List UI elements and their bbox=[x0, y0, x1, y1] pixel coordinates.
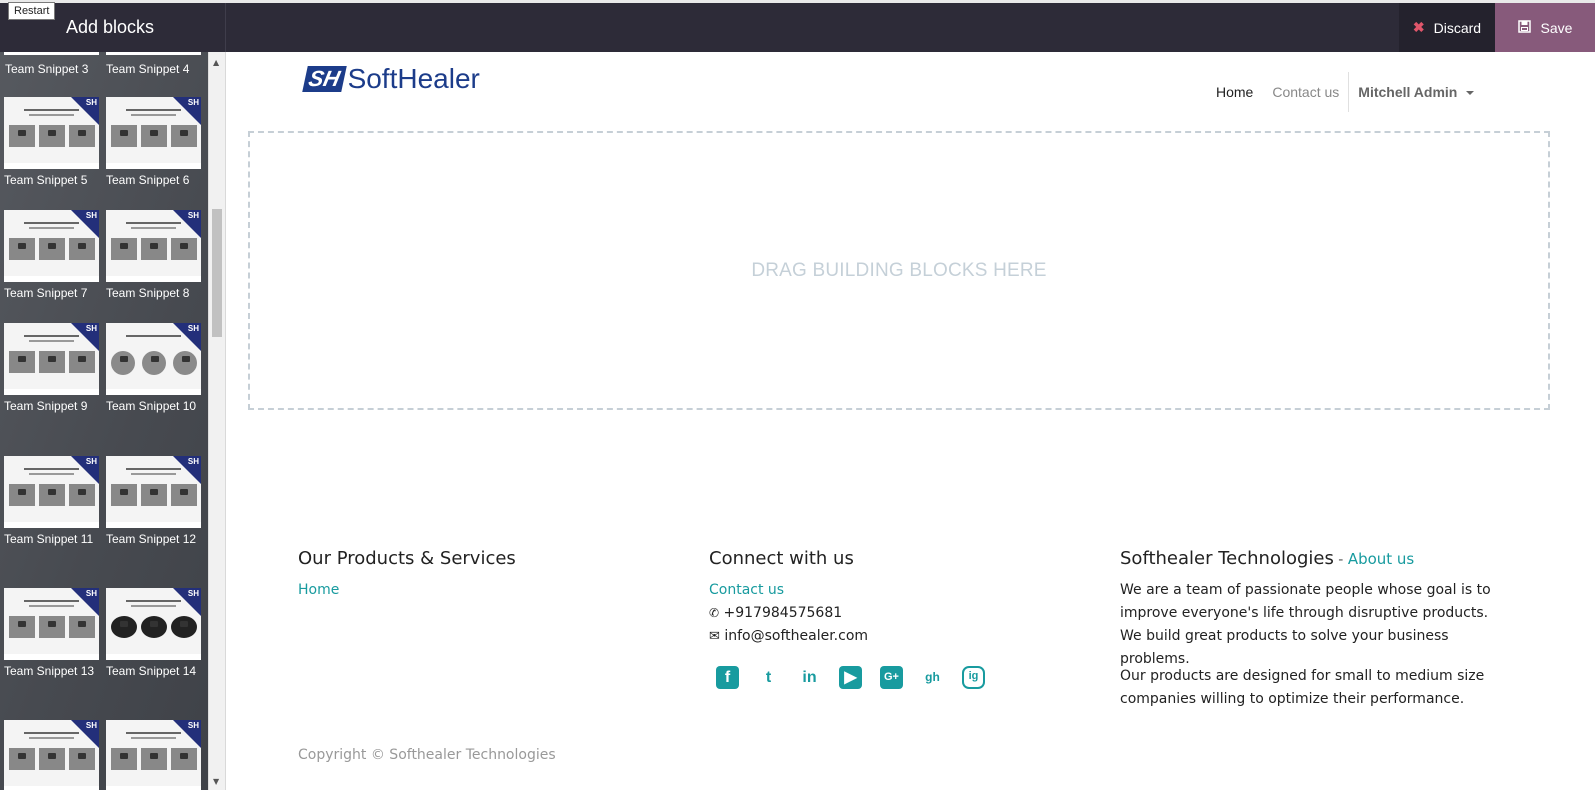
snippet-label: Team Snippet 12 bbox=[106, 532, 197, 546]
save-label: Save bbox=[1540, 19, 1573, 36]
snippet-thumbnail: SH bbox=[106, 210, 201, 282]
twitter-icon[interactable]: t bbox=[757, 666, 780, 689]
snippet-thumbnail: SH bbox=[4, 588, 99, 660]
restart-button[interactable]: Restart bbox=[8, 2, 56, 20]
sidebar-scrollbar[interactable]: ▲ ▼ bbox=[208, 52, 225, 790]
close-icon: ✖ bbox=[1412, 19, 1425, 35]
snippet-item[interactable]: SH Team Snippet 8 bbox=[106, 210, 201, 302]
company-description-2: Our products are designed for small to m… bbox=[1120, 668, 1485, 707]
snippet-label: Team Snippet 8 bbox=[106, 286, 190, 300]
company-name: Softhealer Technologies bbox=[1120, 548, 1334, 569]
snippet-item[interactable]: SH Team Snippet 14 bbox=[106, 588, 201, 680]
drop-zone-text: DRAG BUILDING BLOCKS HERE bbox=[751, 259, 1047, 281]
snippet-thumbnail: SH bbox=[4, 720, 99, 792]
snippet-label: Team Snippet 14 bbox=[106, 664, 197, 678]
email-address: info@softhealer.com bbox=[724, 628, 869, 644]
snippet-thumbnail: SH bbox=[106, 720, 201, 792]
snippet-thumbnail: SH bbox=[106, 323, 201, 395]
snippet-item[interactable]: SH Team Snippet 12 bbox=[106, 456, 201, 548]
snippet-label: Team Snippet 11 bbox=[4, 532, 94, 546]
snippet-thumbnail: SH bbox=[106, 456, 201, 528]
snippet-item[interactable]: SH Team Snippet 10 bbox=[106, 323, 201, 415]
discard-button[interactable]: ✖ Discard bbox=[1399, 3, 1495, 52]
github-icon[interactable]: gh bbox=[921, 666, 944, 689]
snippet-item[interactable]: SH Team Snippet 6 bbox=[106, 97, 201, 189]
snippets-sidebar: Team Snippet 3 Team Snippet 4 SH Team Sn… bbox=[0, 52, 225, 792]
panel-title: Add blocks bbox=[66, 17, 155, 37]
editor-topbar: Add blocks ✖ Discard Save bbox=[0, 0, 1595, 52]
snippet-label: Team Snippet 10 bbox=[106, 399, 197, 413]
save-button[interactable]: Save bbox=[1495, 3, 1595, 52]
user-menu[interactable]: Mitchell Admin bbox=[1358, 84, 1475, 100]
copyright-text: Copyright © Softhealer Technologies bbox=[298, 747, 556, 763]
snippet-thumbnail: SH bbox=[4, 210, 99, 282]
discard-label: Discard bbox=[1433, 19, 1482, 36]
scroll-up-icon[interactable]: ▲ bbox=[213, 58, 219, 67]
snippet-item[interactable]: SH bbox=[4, 720, 99, 792]
scroll-down-icon[interactable]: ▼ bbox=[213, 777, 219, 786]
footer-phone: ✆ +917984575681 bbox=[709, 602, 842, 625]
facebook-icon[interactable]: f bbox=[716, 666, 739, 689]
snippet-label: Team Snippet 13 bbox=[4, 664, 95, 678]
snippet-item[interactable]: SH Team Snippet 5 bbox=[4, 97, 99, 189]
snippet-item[interactable]: SH bbox=[106, 720, 201, 792]
snippet-thumbnail: SH bbox=[4, 323, 99, 395]
snippet-item[interactable]: SH Team Snippet 9 bbox=[4, 323, 99, 415]
snippet-thumbnail: SH bbox=[4, 97, 99, 169]
divider bbox=[225, 52, 226, 790]
snippet-label: Team Snippet 9 bbox=[4, 399, 88, 413]
about-us-link[interactable]: About us bbox=[1348, 550, 1414, 568]
instagram-icon[interactable]: ig bbox=[962, 666, 985, 689]
snippet-item[interactable]: SH Team Snippet 11 bbox=[4, 456, 99, 548]
linkedin-icon[interactable]: in bbox=[798, 666, 821, 689]
snippet-item[interactable]: SH Team Snippet 7 bbox=[4, 210, 99, 302]
main-nav: Home Contact us Mitchell Admin bbox=[1216, 72, 1475, 112]
snippet-thumbnail: SH bbox=[4, 456, 99, 528]
snippet-thumbnail: SH bbox=[106, 588, 201, 660]
snippet-item[interactable]: SH Team Snippet 13 bbox=[4, 588, 99, 680]
footer-heading: Our Products & Services bbox=[298, 548, 516, 569]
logo-mark: SH bbox=[302, 66, 347, 92]
separator: - bbox=[1333, 552, 1348, 568]
footer-email: ✉ info@softhealer.com bbox=[709, 625, 868, 648]
caret-down-icon bbox=[1466, 91, 1475, 96]
floppy-icon bbox=[1517, 19, 1531, 36]
site-logo[interactable]: SH SoftHealer bbox=[302, 62, 480, 96]
footer-heading-company: Softhealer Technologies - About us bbox=[1120, 548, 1414, 569]
snippet-label[interactable]: Team Snippet 3 bbox=[5, 62, 88, 76]
snippet-label: Team Snippet 6 bbox=[106, 173, 190, 187]
drop-zone[interactable]: DRAG BUILDING BLOCKS HERE bbox=[248, 131, 1550, 410]
footer-heading: Connect with us bbox=[709, 548, 854, 569]
snippet-label: Team Snippet 7 bbox=[4, 286, 88, 300]
footer-link-home[interactable]: Home bbox=[298, 579, 339, 602]
snippet-label[interactable]: Team Snippet 4 bbox=[106, 62, 189, 76]
scrollbar-thumb[interactable] bbox=[212, 209, 222, 337]
logo-text: SoftHealer bbox=[347, 63, 480, 94]
company-description: We are a team of passionate people whose… bbox=[1120, 582, 1491, 667]
envelope-icon: ✉ bbox=[709, 629, 720, 644]
user-name: Mitchell Admin bbox=[1358, 84, 1458, 100]
social-links: f t in ▶ G+ gh ig bbox=[716, 666, 985, 689]
phone-number: +917984575681 bbox=[723, 605, 843, 621]
snippet-thumbnail: SH bbox=[106, 97, 201, 169]
nav-divider bbox=[1348, 72, 1350, 112]
nav-contact[interactable]: Contact us bbox=[1272, 84, 1339, 100]
phone-icon: ✆ bbox=[709, 606, 720, 620]
nav-home[interactable]: Home bbox=[1216, 84, 1253, 100]
snippet-label: Team Snippet 5 bbox=[4, 173, 88, 187]
divider bbox=[225, 3, 226, 52]
google-plus-icon[interactable]: G+ bbox=[880, 666, 903, 689]
footer-link-contact[interactable]: Contact us bbox=[709, 579, 784, 602]
youtube-icon[interactable]: ▶ bbox=[839, 666, 862, 689]
